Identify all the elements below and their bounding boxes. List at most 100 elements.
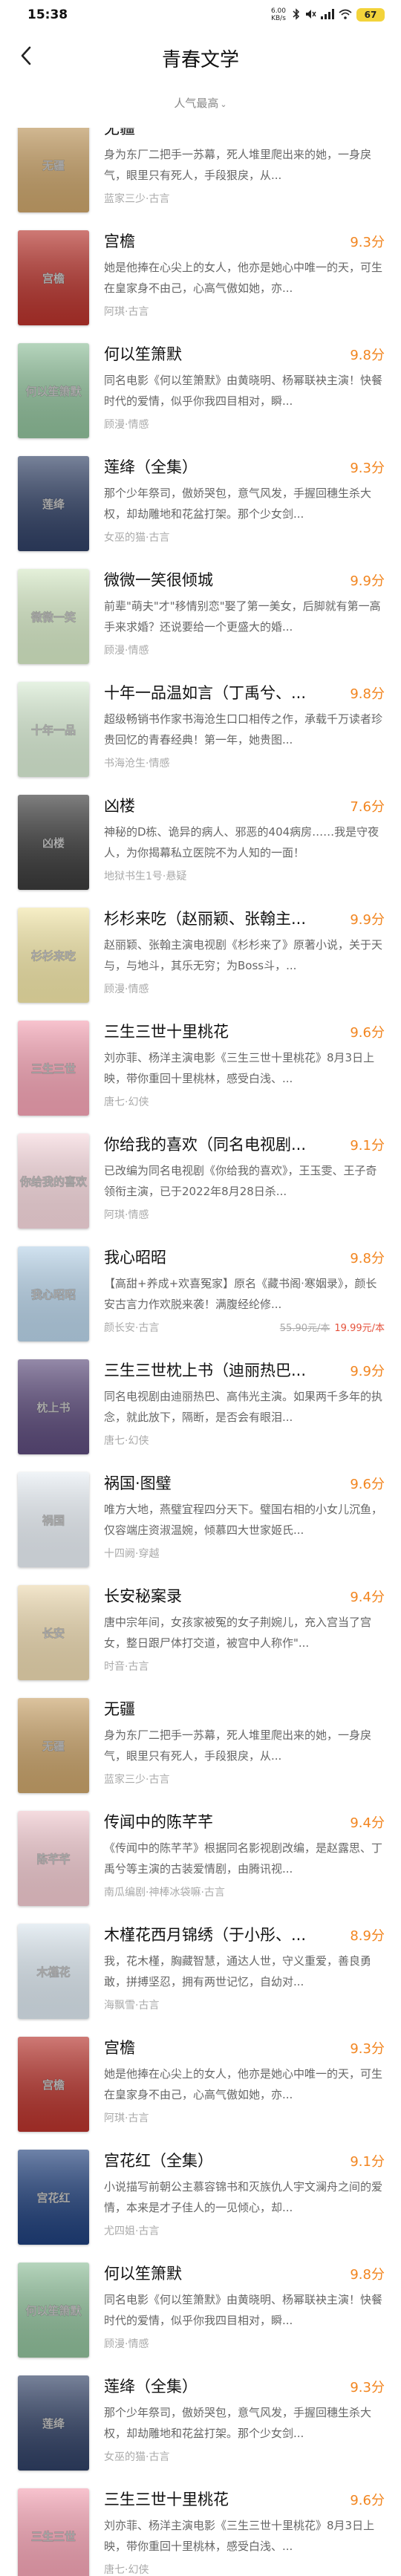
book-item[interactable]: 宫檐 宫檐 9.3分她是他捧在心尖上的女人，他亦是她心中唯一的天，可生在皇家身不由己…	[0, 2037, 401, 2150]
book-cover[interactable]: 祸国	[18, 1472, 89, 1567]
book-cover[interactable]: 枕上书	[18, 1359, 89, 1454]
book-item[interactable]: 陈芊芊 传闻中的陈芊芊 9.4分 《传闻中的陈芊芊》根据同名影视剧改编，是赵露思、丁禹…	[0, 1811, 401, 1924]
book-score: 9.1分	[350, 2154, 385, 2170]
book-cover[interactable]: 何以笙箫默	[18, 2263, 89, 2358]
book-item[interactable]: 无疆 无疆 身为东厂二把手一苏幕，死人堆里爬出来的她，一身戾气，眼里只有死人，手段狠…	[0, 128, 401, 230]
book-title[interactable]: 何以笙箫默	[104, 343, 334, 365]
book-cover[interactable]: 我心昭昭	[18, 1246, 89, 1341]
book-description: 同名电影《何以笙箫默》由黄晓明、杨幂联袂主演！快餐时代的爱情，似乎你我四目相对，…	[104, 374, 383, 408]
book-score: 9.3分	[350, 461, 385, 476]
book-cover[interactable]: 木槿花	[18, 1924, 89, 2019]
book-meta: 阿琪·古言	[104, 2112, 149, 2124]
book-item[interactable]: 长安 长安秘案录 9.4分 唐中宗年间，女孩家被冤的女子荆婉儿，充入宫当了宫女，整日跟…	[0, 1585, 401, 1698]
book-cover[interactable]: 杉杉来吃	[18, 908, 89, 1003]
book-item[interactable]: 何以笙箫默 何以笙箫默 9.8分 同名电影《何以笙箫默》由黄晓明、杨幂联袂主演！快餐时…	[0, 343, 401, 456]
book-description: 同名电影《何以笙箫默》由黄晓明、杨幂联袂主演！快餐时代的爱情，似乎你我四目相对，…	[104, 2293, 383, 2327]
book-title[interactable]: 三生三世枕上书（迪丽热巴...	[104, 1359, 334, 1382]
book-title[interactable]: 宫檐	[104, 230, 334, 253]
book-cover[interactable]: 十年一品	[18, 682, 89, 777]
book-item[interactable]: 杉杉来吃 杉杉来吃（赵丽颖、张翰主... 9.9分 赵丽颖、张翰主演电视剧《杉杉来了》…	[0, 908, 401, 1021]
book-description: 刘亦菲、杨洋主演电影《三生三世十里桃花》8月3日上映，带你重回十里桃林，感受白浅…	[104, 2519, 375, 2553]
sort-dropdown[interactable]: 人气最高 ⌄	[166, 94, 234, 112]
book-score: 9.6分	[350, 1477, 385, 1492]
book-item[interactable]: 无疆 无疆 身为东厂二把手一苏幕，死人堆里爬出来的她，一身戾气，眼里只有死人，手段狠…	[0, 1698, 401, 1811]
book-item[interactable]: 宫檐 宫檐 9.3分 她是他捧在心尖上的女人，他亦是她心中唯一的天，可生在皇家身不由己…	[0, 230, 401, 343]
status-time: 15:38	[27, 7, 68, 22]
price-current: 19.99元/本	[334, 1323, 385, 1334]
book-cover[interactable]: 凶楼	[18, 795, 89, 890]
book-cover[interactable]: 三生三世	[18, 1021, 89, 1116]
book-cover[interactable]: 陈芊芊	[18, 1811, 89, 1906]
book-item[interactable]: 祸国 祸国·图璧 9.6分 唯方大地，燕璧宜程四分天下。璧国右相的小女儿沉鱼，仅容端庄…	[0, 1472, 401, 1585]
book-title[interactable]: 凶楼	[104, 795, 334, 817]
book-cover[interactable]: 莲绛	[18, 2375, 89, 2471]
book-title[interactable]: 无疆	[104, 1698, 334, 1720]
book-score: 9.8分	[350, 686, 385, 702]
book-item[interactable]: 莲绛 莲绛（全集） 9.3分 那个少年祭司，傲娇哭包，意气风发，手握回穗生杀大权，却劫…	[0, 2375, 401, 2488]
book-cover[interactable]: 长安	[18, 1585, 89, 1680]
book-title[interactable]: 十年一品温如言（丁禹兮、...	[104, 682, 334, 704]
svg-text:你给我的喜欢: 你给我的喜欢	[19, 1175, 88, 1188]
book-cover[interactable]: 宫檐	[18, 2037, 89, 2132]
book-meta: 十四阙·穿越	[104, 1548, 160, 1560]
book-title[interactable]: 木槿花西月锦绣（于小彤、...	[104, 1924, 334, 1946]
book-item[interactable]: 三生三世 三生三世十里桃花 9.6分 刘亦菲、杨洋主演电影《三生三世十里桃花》8月3日…	[0, 2488, 401, 2576]
book-meta: 顾漫·情感	[104, 983, 149, 995]
book-meta: 顾漫·情感	[104, 2338, 149, 2350]
book-item[interactable]: 枕上书 三生三世枕上书（迪丽热巴... 9.9分 同名电视剧由迪丽热巴、高伟光主演。如…	[0, 1359, 401, 1472]
book-description: 超级畅销书作家书海沧生口口相传之作，承载千万读者珍贵回忆的青春经典！第一年，她贵…	[104, 712, 383, 747]
status-bar: 15:38 6.00 KB/s 67	[0, 0, 401, 30]
book-title[interactable]: 莲绛（全集）	[104, 2375, 334, 2398]
book-item[interactable]: 何以笙箫默 何以笙箫默 9.8分 同名电影《何以笙箫默》由黄晓明、杨幂联袂主演！快餐时…	[0, 2263, 401, 2375]
battery-icon: 67	[356, 8, 385, 22]
book-cover[interactable]: 无疆	[18, 128, 89, 212]
book-cover[interactable]: 宫花红	[18, 2150, 89, 2245]
book-item[interactable]: 凶楼 凶楼 7.6分 神秘的D栋、诡异的病人、邪恶的404病房……我是守夜人，为你揭幕…	[0, 795, 401, 908]
book-title[interactable]: 宫檐	[104, 2037, 334, 2059]
bluetooth-icon	[293, 7, 300, 22]
book-cover[interactable]: 你给我的喜欢	[18, 1133, 89, 1229]
book-title[interactable]: 莲绛（全集）	[104, 456, 334, 478]
book-title[interactable]: 三生三世十里桃花	[104, 1021, 334, 1043]
book-item[interactable]: 我心昭昭 我心昭昭 9.8分 【高甜+养成+欢喜冤家】原名《藏书阁·寒姻录》，颜长安古…	[0, 1246, 401, 1359]
book-description: 小说描写前朝公主慕容锦书和灭族仇人宇文澜舟之间的爱情，本来是才子佳人的一见倾心，…	[104, 2180, 383, 2214]
book-cover[interactable]: 微微一笑	[18, 569, 89, 664]
book-title[interactable]: 杉杉来吃（赵丽颖、张翰主...	[104, 908, 334, 930]
book-item[interactable]: 十年一品 十年一品温如言（丁禹兮、... 9.8分超级畅销书作家书海沧生口口相传之作…	[0, 682, 401, 795]
book-title[interactable]: 传闻中的陈芊芊	[104, 1811, 334, 1833]
svg-text:无疆: 无疆	[42, 1740, 65, 1753]
book-score: 9.6分	[350, 1025, 385, 1041]
book-title[interactable]: 何以笙箫默	[104, 2263, 334, 2285]
book-title[interactable]: 我心昭昭	[104, 1246, 334, 1269]
book-item[interactable]: 三生三世 三生三世十里桃花 9.6分 刘亦菲、杨洋主演电影《三生三世十里桃花》8月3日…	[0, 1021, 401, 1133]
book-title[interactable]: 你给我的喜欢（同名电视剧...	[104, 1133, 334, 1156]
book-title[interactable]: 祸国·图璧	[104, 1472, 334, 1494]
book-title[interactable]: 宫花红（全集）	[104, 2150, 334, 2172]
svg-text:祸国: 祸国	[42, 1514, 65, 1527]
book-meta: 尤四姐·古言	[104, 2225, 160, 2237]
book-score: 9.4分	[350, 1815, 385, 1831]
book-cover[interactable]: 宫檐	[18, 230, 89, 325]
book-cover[interactable]: 无疆	[18, 1698, 89, 1793]
book-item[interactable]: 你给我的喜欢 你给我的喜欢（同名电视剧... 9.1分 已改编为同名电视剧《你给我的喜…	[0, 1133, 401, 1246]
book-score: 9.4分	[350, 1590, 385, 1605]
book-title[interactable]: 无疆	[104, 128, 334, 140]
book-score: 8.9分	[350, 1928, 385, 1944]
book-item[interactable]: 宫花红 宫花红（全集） 9.1分小说描写前朝公主慕容锦书和灭族仇人宇文澜舟之间的爱情…	[0, 2150, 401, 2263]
book-item[interactable]: 木槿花 木槿花西月锦绣（于小彤、... 8.9分 我，花木槿，胸藏智慧，通达人世，守义…	[0, 1924, 401, 2037]
book-cover[interactable]: 莲绛	[18, 456, 89, 551]
book-item[interactable]: 微微一笑 微微一笑很倾城 9.9分 前辈"萌夫"才"移情别恋"娶了第一美女，后脚就有第…	[0, 569, 401, 682]
book-title[interactable]: 长安秘案录	[104, 1585, 334, 1607]
book-cover[interactable]: 何以笙箫默	[18, 343, 89, 438]
book-cover[interactable]: 三生三世	[18, 2488, 89, 2576]
book-meta: 时音·古言	[104, 1661, 149, 1673]
book-score: 9.3分	[350, 2041, 385, 2057]
book-description: 她是他捧在心尖上的女人，他亦是她心中唯一的天，可生在皇家身不由己，心高气傲如她，…	[104, 2067, 383, 2101]
book-item[interactable]: 莲绛 莲绛（全集） 9.3分 那个少年祭司，傲娇哭包，意气风发，手握回穗生杀大权，却劫…	[0, 456, 401, 569]
book-meta: 阿琪·情感	[104, 1209, 149, 1221]
book-description: 前辈"萌夫"才"移情别恋"娶了第一美女，后脚就有第一高手来求婚？还说要给一个更盛…	[104, 599, 381, 634]
book-title[interactable]: 微微一笑很倾城	[104, 569, 334, 591]
book-title[interactable]: 三生三世十里桃花	[104, 2488, 334, 2511]
book-meta: 蓝家三少·古言	[104, 193, 170, 205]
book-list-inner: 无疆 无疆 身为东厂二把手一苏幕，死人堆里爬出来的她，一身戾气，眼里只有死人，手段狠…	[0, 128, 401, 2576]
